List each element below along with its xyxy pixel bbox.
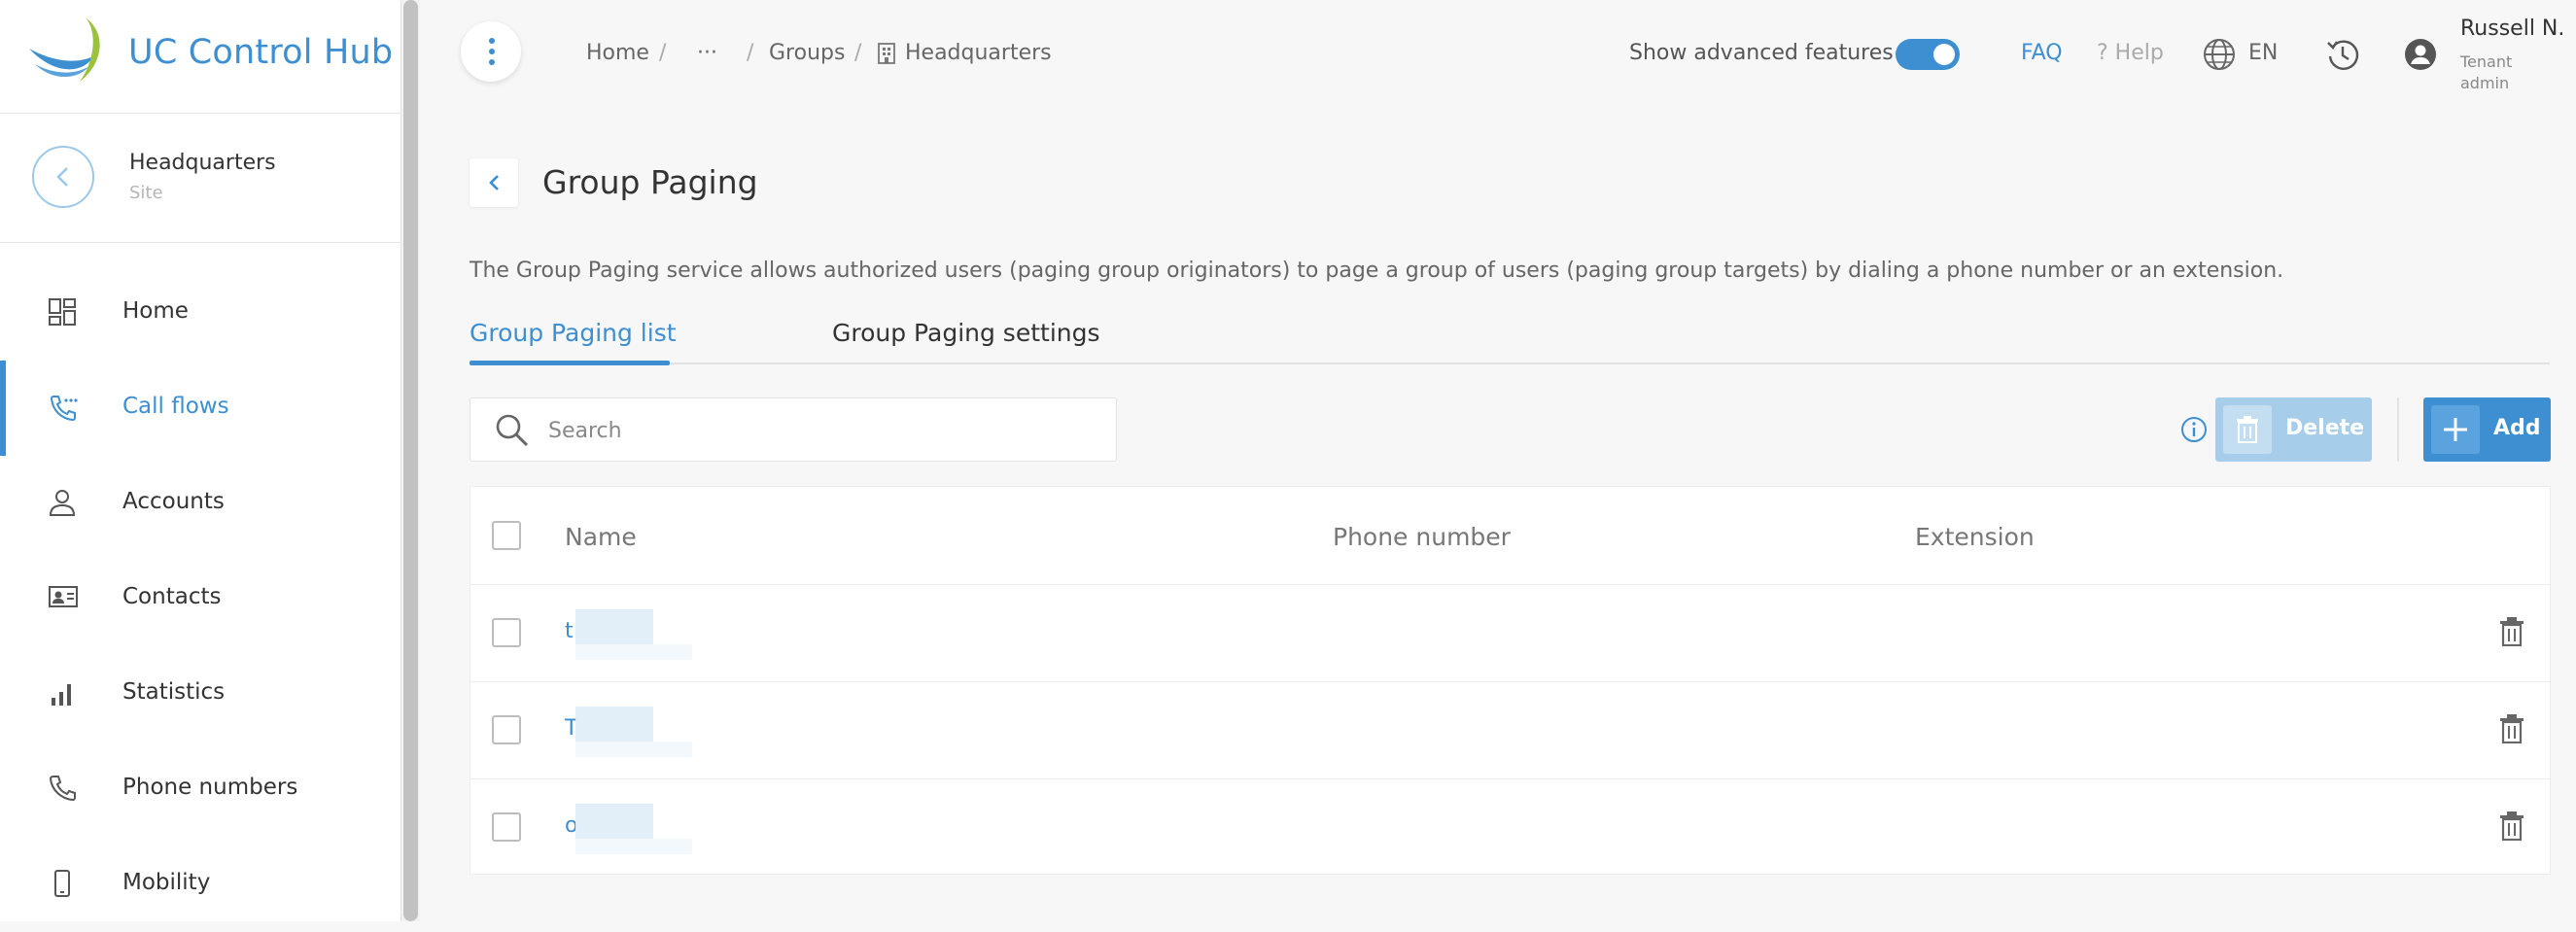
contact-card-icon: [48, 583, 79, 610]
user-name[interactable]: Russell N.: [2460, 17, 2564, 41]
kebab-dot: [489, 59, 495, 65]
search-icon: [496, 414, 529, 447]
signal-bars-icon: [48, 678, 77, 708]
sidebar-item-home[interactable]: Home: [0, 265, 401, 361]
sidebar-item-label: Call flows: [122, 394, 229, 419]
table-header: Name Phone number Extension: [470, 487, 2550, 585]
sidebar: UC Control Hub Headquarters Site Home Ca…: [0, 0, 401, 921]
select-all-checkbox[interactable]: [492, 521, 521, 550]
delete-icon-box: [2223, 405, 2272, 454]
sidebar-item-contacts[interactable]: Contacts: [0, 551, 401, 646]
add-icon-box: [2431, 405, 2480, 454]
sidebar-item-call-flows[interactable]: Call flows: [0, 361, 401, 456]
scrollbar-thumb[interactable]: [403, 0, 418, 921]
tab-group-paging-list[interactable]: Group Paging list: [470, 319, 677, 347]
active-tab-indicator: [470, 361, 670, 365]
app-title: UC Control Hub: [128, 33, 394, 72]
tab-group-paging-settings[interactable]: Group Paging settings: [832, 319, 1100, 347]
search-box: [470, 397, 1117, 462]
delete-button-label: Delete: [2285, 416, 2365, 440]
kebab-dot: [489, 38, 495, 44]
breadcrumb-groups[interactable]: Groups: [769, 41, 845, 65]
call-flow-icon: [48, 393, 79, 424]
sidebar-item-label: Accounts: [122, 489, 225, 514]
sidebar-item-label: Statistics: [122, 679, 226, 705]
person-icon: [48, 488, 77, 517]
app-logo-icon[interactable]: [25, 12, 111, 89]
brand-header: UC Control Hub: [0, 0, 401, 114]
more-menu-button[interactable]: [461, 21, 521, 82]
breadcrumb-ellipsis[interactable]: ···: [697, 41, 717, 65]
sidebar-item-label: Mobility: [122, 870, 211, 895]
column-header-name[interactable]: Name: [565, 523, 637, 551]
trash-icon[interactable]: [2499, 811, 2524, 841]
sidebar-item-accounts[interactable]: Accounts: [0, 456, 401, 551]
breadcrumb-current: Headquarters: [905, 41, 1052, 65]
table-row[interactable]: T: [470, 681, 2550, 779]
plus-icon: [2444, 418, 2467, 441]
toggle-knob: [1933, 44, 1955, 65]
history-icon[interactable]: [2325, 37, 2360, 72]
mobile-icon: [48, 869, 77, 898]
column-header-extension[interactable]: Extension: [1915, 523, 2035, 551]
sidebar-item-label: Phone numbers: [122, 775, 298, 800]
back-button[interactable]: [470, 158, 518, 207]
row-checkbox[interactable]: [492, 618, 521, 647]
context-subtitle: Site: [129, 183, 163, 203]
context-back-button[interactable]: [32, 146, 94, 208]
user-role: Tenant: [2460, 52, 2513, 71]
faq-link[interactable]: FAQ: [2021, 41, 2063, 65]
redacted-text: [575, 839, 692, 854]
info-icon[interactable]: [2180, 416, 2208, 443]
user-avatar-icon[interactable]: [2403, 37, 2438, 72]
row-checkbox[interactable]: [492, 812, 521, 842]
delete-button[interactable]: Delete: [2215, 397, 2372, 462]
sidebar-item-statistics[interactable]: Statistics: [0, 646, 401, 742]
advanced-features-label: Show advanced features: [1629, 41, 1894, 65]
help-link[interactable]: ? Help: [2097, 41, 2164, 65]
group-name-link[interactable]: t: [565, 619, 574, 643]
trash-icon[interactable]: [2499, 617, 2524, 646]
group-paging-table: Name Phone number Extension t T o: [470, 486, 2551, 875]
active-indicator: [0, 361, 6, 456]
sidebar-item-mobility[interactable]: Mobility: [0, 837, 401, 932]
breadcrumb-separator: /: [659, 41, 667, 65]
table-row[interactable]: o: [470, 778, 2550, 876]
add-button[interactable]: Add: [2423, 397, 2551, 462]
sidebar-item-label: Contacts: [122, 584, 222, 609]
phone-icon: [48, 774, 77, 803]
context-selector: Headquarters Site: [0, 114, 401, 243]
building-icon: [877, 42, 896, 65]
breadcrumb-home[interactable]: Home: [586, 41, 649, 65]
globe-icon[interactable]: [2202, 37, 2237, 72]
language-selector[interactable]: EN: [2248, 41, 2278, 65]
advanced-features-toggle[interactable]: [1896, 39, 1960, 70]
trash-icon: [2237, 416, 2258, 443]
column-header-phone-number[interactable]: Phone number: [1333, 523, 1511, 551]
context-title: Headquarters: [129, 151, 276, 175]
tabs-divider: [470, 362, 2550, 364]
chevron-left-icon: [56, 167, 68, 187]
sidebar-item-phone-numbers[interactable]: Phone numbers: [0, 742, 401, 837]
trash-icon[interactable]: [2499, 714, 2524, 743]
page-description: The Group Paging service allows authoriz…: [470, 259, 2284, 283]
breadcrumb-separator: /: [854, 41, 862, 65]
dashboard-icon: [48, 297, 77, 327]
add-button-label: Add: [2493, 416, 2541, 440]
table-row[interactable]: t: [470, 584, 2550, 682]
chevron-left-icon: [489, 175, 499, 190]
redacted-text: [575, 644, 692, 660]
user-role: admin: [2460, 74, 2510, 92]
kebab-dot: [489, 49, 495, 54]
search-input[interactable]: [546, 411, 1095, 450]
row-checkbox[interactable]: [492, 715, 521, 744]
sidebar-scrollbar[interactable]: [401, 0, 420, 921]
toolbar-divider: [2397, 397, 2399, 462]
redacted-text: [575, 742, 692, 757]
breadcrumb-separator: /: [747, 41, 754, 65]
sidebar-item-label: Home: [122, 298, 189, 324]
page-title: Group Paging: [542, 163, 758, 201]
